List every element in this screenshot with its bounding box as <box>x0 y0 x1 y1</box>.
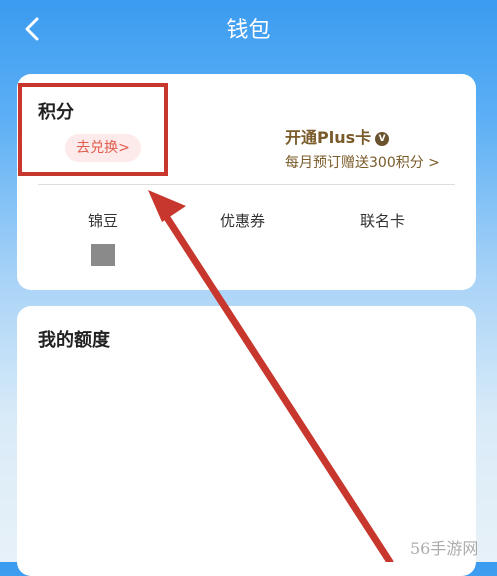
quota-card: 我的额度 <box>17 306 476 576</box>
tab-cobrand-card[interactable]: 联名卡 <box>360 210 405 231</box>
watermark: 56手游网 <box>410 539 479 558</box>
tab-coupons[interactable]: 优惠券 <box>220 210 265 231</box>
open-plus-card-link[interactable]: 开通Plus卡 V <box>285 124 390 148</box>
divider <box>38 184 455 185</box>
jindou-value-placeholder <box>91 244 115 266</box>
annotation-highlight-box <box>18 83 168 176</box>
tab-jindou[interactable]: 锦豆 <box>88 210 118 231</box>
header-bar: 钱包 <box>0 0 497 60</box>
quota-label: 我的额度 <box>38 330 110 351</box>
plus-badge-icon: V <box>375 131 390 146</box>
plus-title-text: 开通Plus卡 <box>285 128 372 147</box>
page-title: 钱包 <box>226 18 271 43</box>
plus-subtitle-link[interactable]: 每月预订赠送300积分 > <box>285 152 440 172</box>
